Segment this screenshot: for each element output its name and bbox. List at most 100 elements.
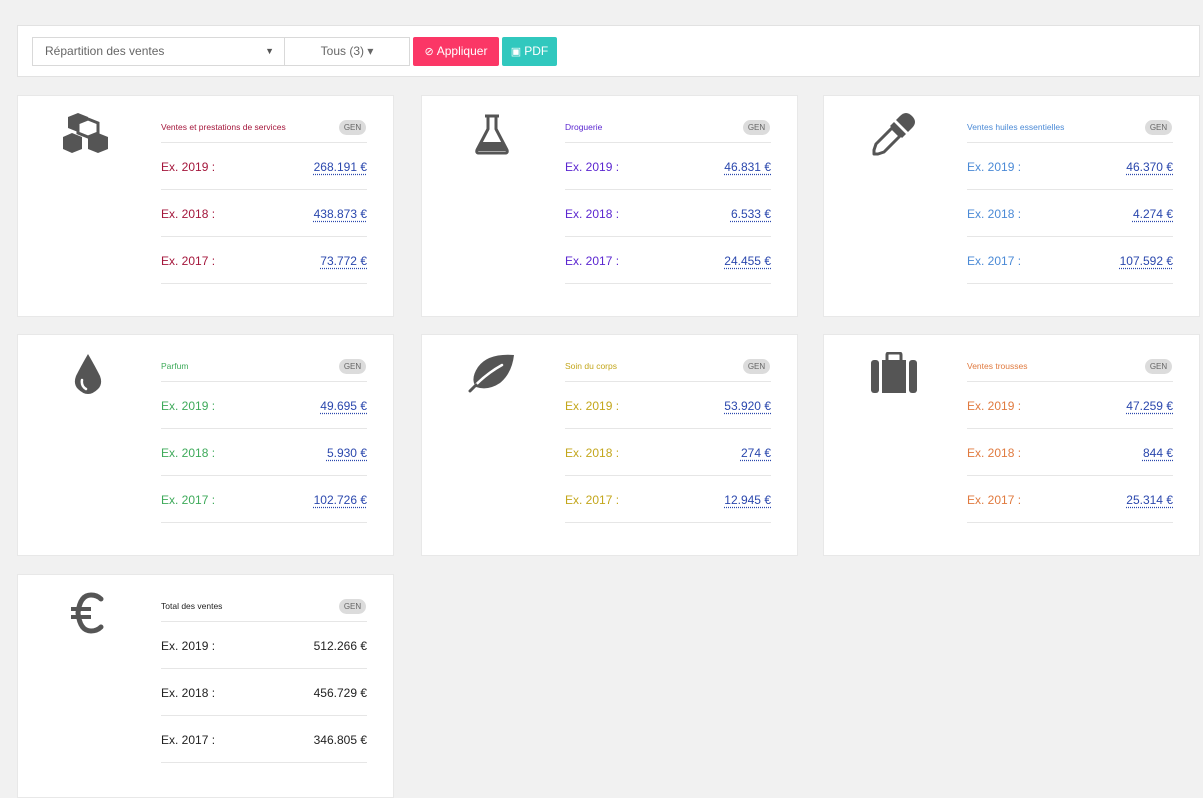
amount-link[interactable]: 5.930 € — [327, 446, 367, 460]
year-label: Ex. 2018 : — [565, 446, 620, 460]
divider — [161, 762, 367, 763]
divider — [967, 189, 1173, 190]
divider — [565, 381, 771, 382]
divider — [161, 522, 367, 523]
year-filter-dropdown[interactable]: Tous (3) ▾ — [285, 37, 410, 66]
year-label: Ex. 2017 : — [161, 254, 216, 268]
amount-link[interactable]: 24.455 € — [724, 254, 771, 268]
year-row: Ex. 2018 : 6.533 € — [565, 207, 771, 225]
amount-link[interactable]: 4.274 € — [1133, 207, 1173, 221]
drop-icon — [58, 349, 118, 397]
caret-down-icon: ▼ — [265, 46, 274, 56]
year-filter-label: Tous (3) ▾ — [320, 44, 374, 58]
divider — [967, 381, 1173, 382]
year-row: Ex. 2019 : 47.259 € — [967, 399, 1173, 417]
sales-card-huiles: Ventes huiles essentielles GEN Ex. 2019 … — [823, 95, 1200, 317]
year-label: Ex. 2017 : — [565, 493, 620, 507]
amount-link[interactable]: 46.831 € — [724, 160, 771, 174]
year-label: Ex. 2017 : — [967, 493, 1022, 507]
eyedropper-icon — [864, 110, 924, 158]
year-label: Ex. 2019 : — [161, 160, 216, 174]
amount-link[interactable]: 268.191 € — [314, 160, 367, 174]
amount-value: 512.266 € — [313, 639, 367, 653]
gen-badge: GEN — [339, 599, 366, 614]
pdf-button[interactable]: ▣ PDF — [502, 37, 557, 66]
check-circle-icon: ⊘ — [424, 46, 434, 58]
year-label: Ex. 2019 : — [967, 399, 1022, 413]
year-row: Ex. 2017 : 73.772 € — [161, 254, 367, 272]
gen-badge: GEN — [339, 120, 366, 135]
year-row: Ex. 2017 : 107.592 € — [967, 254, 1173, 272]
card-title: Total des ventes — [161, 601, 223, 611]
year-label: Ex. 2019 : — [565, 399, 620, 413]
amount-link[interactable]: 25.314 € — [1126, 493, 1173, 507]
divider — [565, 428, 771, 429]
amount-link[interactable]: 274 € — [741, 446, 771, 460]
amount-link[interactable]: 49.695 € — [320, 399, 367, 413]
amount-value: 346.805 € — [313, 733, 367, 747]
divider — [565, 189, 771, 190]
apply-button-label: Appliquer — [436, 44, 488, 58]
divider — [565, 283, 771, 284]
sales-card-parfum: Parfum GEN Ex. 2019 : 49.695 € Ex. 2018 :… — [17, 334, 394, 556]
year-label: Ex. 2017 : — [161, 493, 216, 507]
year-row: Ex. 2018 : 438.873 € — [161, 207, 367, 225]
amount-link[interactable]: 46.370 € — [1126, 160, 1173, 174]
apply-button[interactable]: ⊘ Appliquer — [413, 37, 499, 66]
divider — [967, 475, 1173, 476]
card-title: Parfum — [161, 361, 189, 371]
divider — [161, 621, 367, 622]
report-select-value: Répartition des ventes — [45, 44, 165, 58]
divider — [161, 428, 367, 429]
amount-link[interactable]: 53.920 € — [724, 399, 771, 413]
year-row: Ex. 2018 : 844 € — [967, 446, 1173, 464]
year-row: Ex. 2019 : 512.266 € — [161, 639, 367, 657]
amount-link[interactable]: 12.945 € — [724, 493, 771, 507]
year-row: Ex. 2019 : 49.695 € — [161, 399, 367, 417]
amount-link[interactable]: 73.772 € — [320, 254, 367, 268]
report-select[interactable]: Répartition des ventes ▼ — [32, 37, 285, 66]
divider — [565, 522, 771, 523]
cubes-icon — [58, 110, 118, 158]
year-row: Ex. 2017 : 24.455 € — [565, 254, 771, 272]
divider — [161, 142, 367, 143]
year-label: Ex. 2017 : — [565, 254, 620, 268]
gen-badge: GEN — [339, 359, 366, 374]
year-row: Ex. 2019 : 46.370 € — [967, 160, 1173, 178]
year-label: Ex. 2018 : — [161, 446, 216, 460]
divider — [161, 668, 367, 669]
year-label: Ex. 2017 : — [967, 254, 1022, 268]
sales-card-droguerie: Droguerie GEN Ex. 2019 : 46.831 € Ex. 201… — [421, 95, 798, 317]
divider — [565, 142, 771, 143]
gen-badge: GEN — [743, 120, 770, 135]
divider — [967, 428, 1173, 429]
year-row: Ex. 2018 : 456.729 € — [161, 686, 367, 704]
leaf-icon — [462, 349, 522, 397]
card-title: Soin du corps — [565, 361, 617, 371]
filter-toolbar: Répartition des ventes ▼ Tous (3) ▾ ⊘ App… — [17, 25, 1200, 77]
divider — [161, 715, 367, 716]
year-row: Ex. 2017 : 102.726 € — [161, 493, 367, 511]
divider — [161, 475, 367, 476]
sales-card-ventes: Ventes et prestations de services GEN Ex… — [17, 95, 394, 317]
year-row: Ex. 2019 : 46.831 € — [565, 160, 771, 178]
year-row: Ex. 2018 : 5.930 € — [161, 446, 367, 464]
amount-link[interactable]: 107.592 € — [1120, 254, 1173, 268]
amount-link[interactable]: 102.726 € — [314, 493, 367, 507]
amount-link[interactable]: 47.259 € — [1126, 399, 1173, 413]
year-row: Ex. 2019 : 268.191 € — [161, 160, 367, 178]
divider — [967, 283, 1173, 284]
amount-link[interactable]: 6.533 € — [731, 207, 771, 221]
year-row: Ex. 2017 : 25.314 € — [967, 493, 1173, 511]
pdf-file-icon: ▣ — [510, 46, 522, 58]
amount-link[interactable]: 844 € — [1143, 446, 1173, 460]
euro-icon — [58, 589, 118, 637]
divider — [161, 189, 367, 190]
year-label: Ex. 2019 : — [161, 399, 216, 413]
divider — [565, 236, 771, 237]
amount-link[interactable]: 438.873 € — [314, 207, 367, 221]
year-label: Ex. 2019 : — [967, 160, 1022, 174]
year-row: Ex. 2018 : 274 € — [565, 446, 771, 464]
year-label: Ex. 2019 : — [161, 639, 216, 653]
gen-badge: GEN — [1145, 120, 1172, 135]
